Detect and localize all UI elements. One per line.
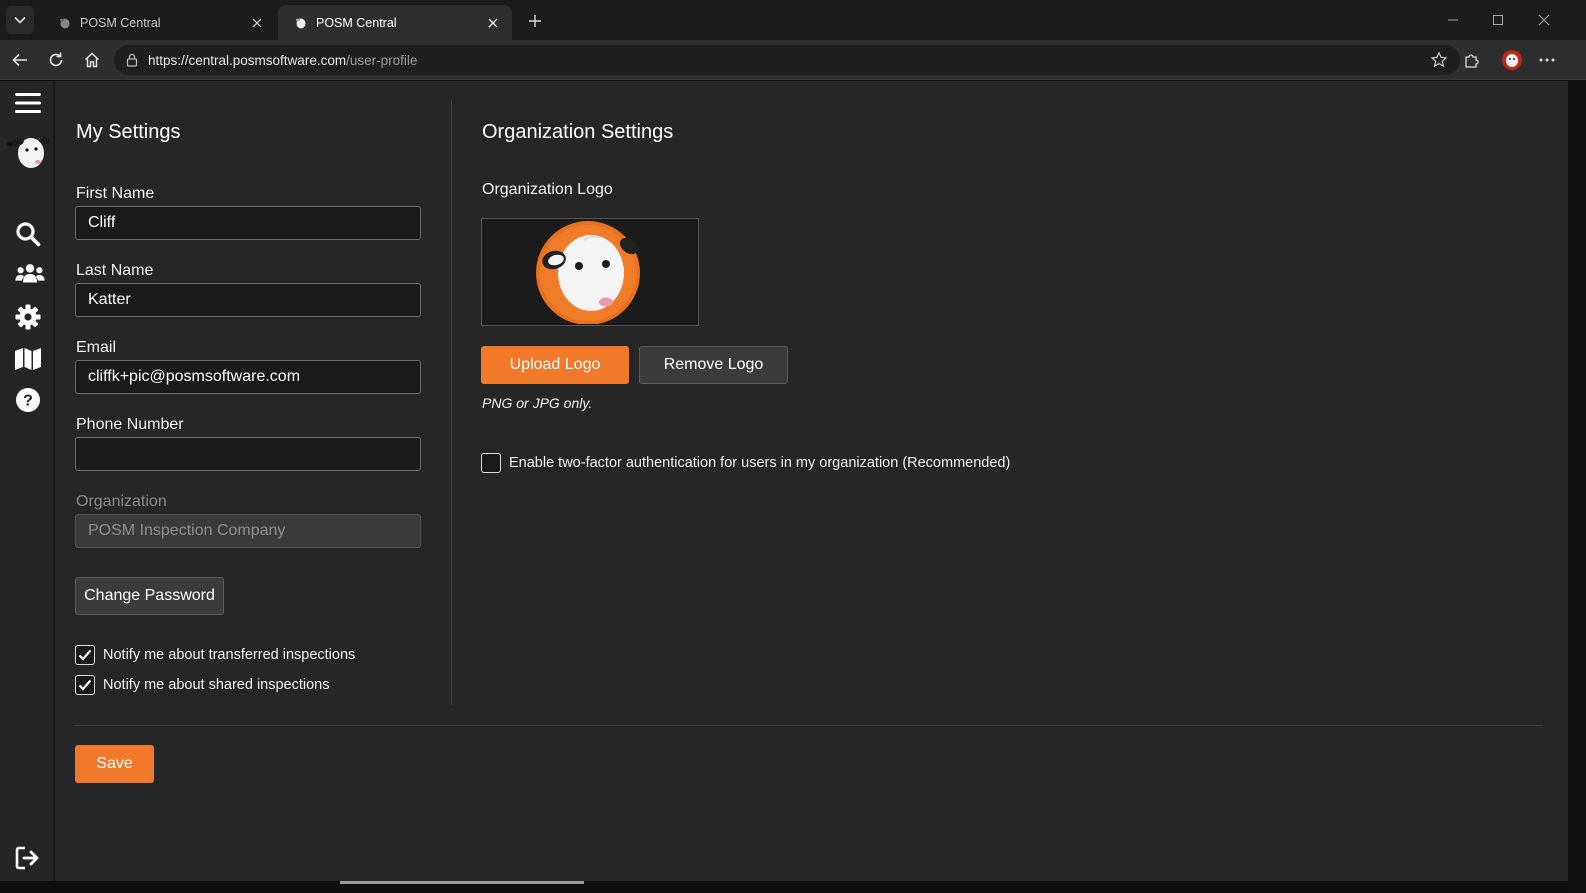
phone-number-label: Phone Number <box>76 416 184 433</box>
reload-icon <box>49 52 63 67</box>
save-button[interactable]: Save <box>75 745 154 783</box>
checkmark-icon <box>78 649 92 661</box>
back-button[interactable] <box>6 46 34 74</box>
two-factor-label: Enable two-factor authentication for use… <box>509 455 1011 471</box>
sidebar: ? <box>0 81 55 881</box>
profile-button[interactable] <box>1498 46 1526 74</box>
nav-settings[interactable] <box>13 302 43 332</box>
close-icon <box>1538 14 1550 26</box>
phone-number-input[interactable] <box>75 437 421 471</box>
organization-logo-label: Organization Logo <box>482 181 613 198</box>
tab-title: POSM Central <box>316 15 397 30</box>
window-edge <box>1568 81 1586 893</box>
close-window-button[interactable] <box>1531 8 1557 32</box>
organization-settings-title: Organization Settings <box>482 121 674 143</box>
maximize-button[interactable] <box>1485 8 1511 32</box>
tab-title: POSM Central <box>80 15 161 30</box>
nav-map[interactable] <box>13 344 43 374</box>
minimize-button[interactable] <box>1440 8 1466 32</box>
close-tab-icon[interactable] <box>248 14 266 32</box>
organization-logo-preview <box>481 218 699 326</box>
notify-shared-label: Notify me about shared inspections <box>103 677 330 693</box>
checkbox-box[interactable] <box>75 645 95 665</box>
email-input[interactable] <box>75 360 421 394</box>
menu-icon <box>15 93 41 113</box>
users-icon <box>15 264 45 283</box>
first-name-label: First Name <box>76 185 155 202</box>
organization-label: Organization <box>76 493 167 510</box>
address-bar[interactable]: https://central.posmsoftware.com/user-pr… <box>114 45 1460 75</box>
browser-titlebar: POSM Central POSM Central <box>0 0 1586 40</box>
close-tab-icon[interactable] <box>484 14 502 32</box>
posm-logo[interactable] <box>6 132 52 172</box>
notify-transferred-checkbox[interactable]: Notify me about transferred inspections <box>75 645 355 665</box>
upload-logo-button[interactable]: Upload Logo <box>481 346 629 384</box>
url-host: https://central.posmsoftware.com <box>148 52 347 68</box>
my-settings-title: My Settings <box>76 121 181 143</box>
nav-search[interactable] <box>13 219 43 249</box>
map-icon <box>15 348 41 370</box>
new-tab-button[interactable] <box>522 8 548 34</box>
maximize-icon <box>1493 15 1503 25</box>
favorite-star-icon[interactable] <box>1430 51 1448 69</box>
lock-icon <box>124 52 140 68</box>
email-label: Email <box>76 339 117 356</box>
chevron-down-icon <box>14 16 26 24</box>
puzzle-icon <box>1465 54 1479 68</box>
format-hint: PNG or JPG only. <box>482 395 593 411</box>
plus-icon <box>529 15 541 27</box>
two-factor-checkbox[interactable]: Enable two-factor authentication for use… <box>481 453 1010 473</box>
reload-button[interactable] <box>42 46 70 74</box>
home-icon <box>84 52 100 68</box>
extensions-button[interactable] <box>1458 46 1486 74</box>
last-name-label: Last Name <box>76 262 154 279</box>
search-icon <box>16 222 41 247</box>
logout-icon <box>15 846 39 870</box>
organization-input <box>75 514 421 548</box>
footer-divider <box>75 725 1543 726</box>
nav-users[interactable] <box>15 259 45 289</box>
app-container: ? My Settings First Name Last Name Email… <box>0 81 1568 881</box>
notify-shared-checkbox[interactable]: Notify me about shared inspections <box>75 675 330 695</box>
last-name-input[interactable] <box>75 283 421 317</box>
url-path: /user-profile <box>346 52 418 68</box>
posm-favicon-icon <box>60 18 70 28</box>
nav-help[interactable]: ? <box>13 385 43 415</box>
checkbox-box[interactable] <box>481 453 501 473</box>
posm-favicon-icon <box>296 18 306 28</box>
checkmark-icon <box>78 679 92 691</box>
help-icon: ? <box>16 388 40 412</box>
home-button[interactable] <box>78 46 106 74</box>
hamburger-menu-button[interactable] <box>13 88 43 118</box>
browser-toolbar: https://central.posmsoftware.com/user-pr… <box>0 40 1586 80</box>
browser-tab-2[interactable]: POSM Central <box>278 5 512 40</box>
nav-logout[interactable] <box>13 843 43 873</box>
first-name-input[interactable] <box>75 206 421 240</box>
more-menu-button[interactable] <box>1533 46 1561 74</box>
browser-tab-1[interactable]: POSM Central <box>42 5 276 40</box>
tab-actions-button[interactable] <box>6 6 34 34</box>
remove-logo-button[interactable]: Remove Logo <box>639 346 788 384</box>
checkbox-box[interactable] <box>75 675 95 695</box>
opossum-logo-icon <box>7 136 50 168</box>
more-dots-icon <box>1539 58 1555 62</box>
svg-text:?: ? <box>23 393 33 410</box>
notify-transferred-label: Notify me about transferred inspections <box>103 647 356 663</box>
main-content: My Settings First Name Last Name Email P… <box>55 81 1568 881</box>
opossum-logo-icon <box>536 221 640 324</box>
arrow-left-icon <box>12 53 27 67</box>
avatar-icon <box>1502 50 1522 70</box>
minimize-icon <box>1448 19 1458 21</box>
change-password-button[interactable]: Change Password <box>75 577 224 615</box>
column-divider <box>451 99 452 705</box>
gear-icon <box>15 304 41 330</box>
scrollbar-thumb[interactable] <box>340 881 584 884</box>
